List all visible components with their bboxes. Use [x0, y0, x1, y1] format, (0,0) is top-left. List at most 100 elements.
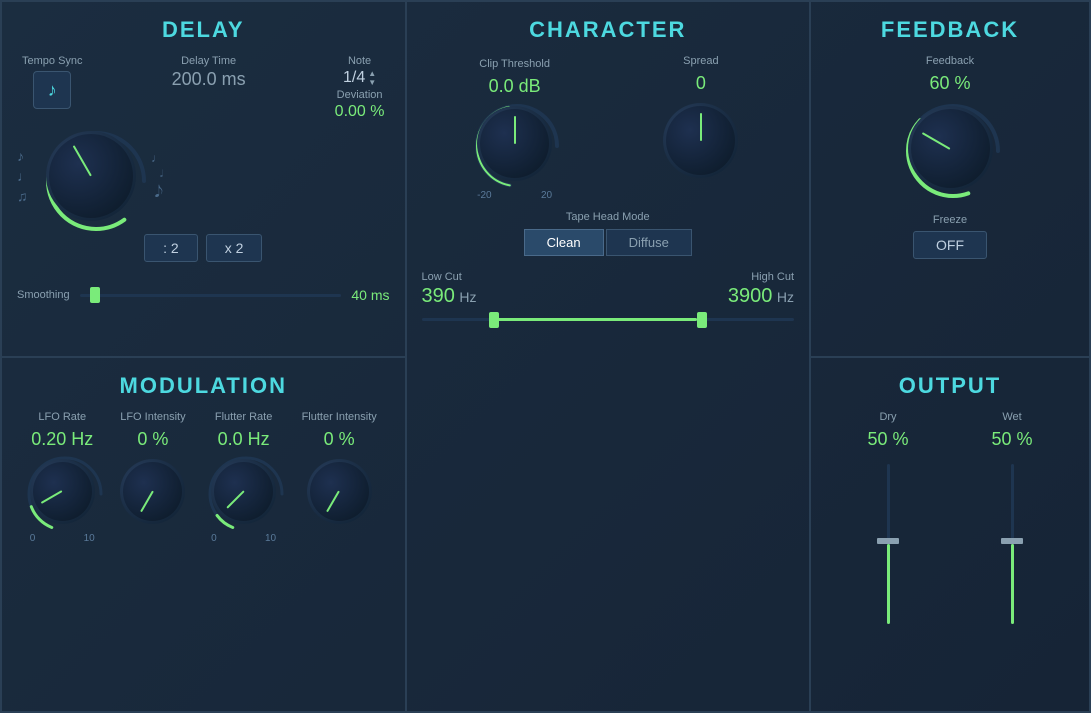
spread-knob[interactable]: [663, 103, 738, 178]
flutter-rate-value: 0.0 Hz: [218, 429, 270, 450]
wet-fader-track[interactable]: [1011, 464, 1014, 624]
smoothing-thumb[interactable]: [90, 287, 100, 303]
delay-time-value: 200.0 ms: [172, 69, 246, 90]
wet-fader-group: Wet 50 %: [991, 411, 1032, 624]
high-cut-value: 3900: [728, 285, 773, 307]
clip-threshold-group: Clip Threshold 0.0 dB -20 20: [477, 58, 552, 201]
high-cut-group: High Cut 3900 Hz: [728, 271, 794, 308]
flutter-rate-knob[interactable]: [211, 459, 276, 524]
spread-value: 0: [696, 73, 706, 94]
wet-value: 50 %: [991, 429, 1032, 450]
dry-label: Dry: [879, 411, 896, 423]
feedback-value: 60 %: [929, 73, 970, 94]
app-container: DELAY Tempo Sync ♪ Delay Time 200.0 ms N…: [0, 0, 1091, 713]
flutter-intensity-value: 0 %: [324, 429, 355, 450]
filter-thumb-right[interactable]: [697, 312, 707, 328]
deviation-value: 0.00 %: [335, 103, 385, 121]
spread-label: Spread: [683, 55, 718, 67]
smoothing-slider[interactable]: [80, 294, 342, 297]
filter-thumb-left[interactable]: [489, 312, 499, 328]
output-faders: Dry 50 % Wet 50 %: [826, 411, 1074, 611]
music-notes-left: ♪ ♩ ♫: [17, 148, 31, 204]
flutter-intensity-knob[interactable]: [307, 459, 372, 524]
filter-slider-track[interactable]: [422, 318, 795, 321]
dry-fader-fill: [887, 544, 890, 624]
dry-fader-thumb[interactable]: [877, 538, 899, 544]
wet-fader-fill: [1011, 544, 1014, 624]
tape-diffuse-button[interactable]: Diffuse: [606, 229, 692, 256]
freeze-label: Freeze: [933, 214, 967, 226]
char-knob-row: Clip Threshold 0.0 dB -20 20 S: [422, 55, 795, 201]
feedback-panel: FEEDBACK Feedback 60 % Freeze OFF: [810, 1, 1090, 357]
low-cut-unit: Hz: [459, 289, 476, 305]
delay-panel: DELAY Tempo Sync ♪ Delay Time 200.0 ms N…: [1, 1, 406, 357]
output-panel: OUTPUT Dry 50 % Wet 50 %: [810, 357, 1090, 713]
lfo-rate-group: LFO Rate 0.20 Hz 0 10: [30, 411, 95, 547]
modulation-title: MODULATION: [17, 373, 390, 399]
clip-threshold-label: Clip Threshold: [479, 58, 550, 70]
flutter-rate-group: Flutter Rate 0.0 Hz 0 10: [211, 411, 276, 547]
modulation-panel: MODULATION LFO Rate 0.20 Hz 0 10: [1, 357, 406, 713]
high-cut-label: High Cut: [751, 271, 794, 283]
note-value: 1/4 ▲▼: [343, 69, 376, 87]
lfo-intensity-group: LFO Intensity 0 %: [120, 411, 185, 547]
delay-knob[interactable]: [46, 131, 136, 221]
character-title: CHARACTER: [422, 17, 795, 43]
low-cut-group: Low Cut 390 Hz: [422, 271, 477, 308]
lfo-intensity-knob[interactable]: [120, 459, 185, 524]
divide-button[interactable]: : 2: [144, 234, 198, 262]
freeze-section: Freeze OFF: [826, 214, 1074, 259]
lfo-rate-label: LFO Rate: [38, 411, 86, 423]
music-note-icon: ♪: [48, 80, 57, 101]
multiply-button[interactable]: x 2: [206, 234, 263, 262]
filter-row: Low Cut 390 Hz High Cut 3900 Hz: [422, 271, 795, 308]
delay-title: DELAY: [17, 17, 390, 43]
tape-head-buttons: Clean Diffuse: [524, 229, 692, 256]
delay-top-params: Tempo Sync ♪ Delay Time 200.0 ms Note 1/…: [17, 55, 390, 121]
spread-group: Spread 0: [663, 55, 738, 201]
smoothing-label: Smoothing: [17, 289, 70, 301]
spread-knob-indicator: [700, 113, 702, 141]
note-arrows[interactable]: ▲▼: [368, 69, 376, 87]
wet-label: Wet: [1002, 411, 1021, 423]
music-notes-right: ♩ 𝅗𝅥 𝅘𝅥𝅮: [151, 151, 163, 202]
delay-time-section: Delay Time 200.0 ms: [172, 55, 246, 90]
large-knob-container: [46, 131, 136, 221]
feedback-knob[interactable]: [908, 106, 993, 191]
clip-knob-indicator: [514, 116, 516, 144]
flutter-rate-label: Flutter Rate: [215, 411, 272, 423]
flutter-int-indicator: [326, 491, 340, 513]
lfo-rate-knob[interactable]: [30, 459, 95, 524]
mod-knobs: LFO Rate 0.20 Hz 0 10 LFO Inte: [17, 411, 390, 547]
freeze-button[interactable]: OFF: [913, 231, 987, 259]
character-panel: CHARACTER Clip Threshold 0.0 dB -20 20: [406, 1, 811, 712]
lfo-rate-value: 0.20 Hz: [31, 429, 93, 450]
lfo-intensity-label: LFO Intensity: [120, 411, 185, 423]
feedback-label: Feedback: [926, 55, 974, 67]
dry-fader-track-container: [887, 464, 890, 624]
tape-head-label: Tape Head Mode: [566, 211, 650, 223]
delay-knob-indicator: [73, 145, 92, 176]
tape-clean-button[interactable]: Clean: [524, 229, 604, 256]
dry-fader-group: Dry 50 %: [867, 411, 908, 624]
dry-fader-track[interactable]: [887, 464, 890, 624]
tempo-sync-label: Tempo Sync: [22, 55, 83, 67]
delay-knob-area: ♪ ♩ ♫ ♩ 𝅗𝅥 𝅘𝅥𝅮: [17, 126, 390, 226]
high-cut-unit: Hz: [777, 289, 794, 305]
delay-time-label: Delay Time: [181, 55, 236, 67]
delay-buttons: : 2 x 2: [17, 234, 390, 262]
low-cut-value: 390: [422, 285, 455, 307]
clip-threshold-value: 0.0 dB: [489, 76, 541, 97]
tempo-sync-button[interactable]: ♪: [33, 71, 71, 109]
feedback-title: FEEDBACK: [826, 17, 1074, 43]
flutter-intensity-label: Flutter Intensity: [302, 411, 377, 423]
wet-fader-thumb[interactable]: [1001, 538, 1023, 544]
low-cut-label: Low Cut: [422, 271, 477, 283]
feedback-knob-group: Feedback 60 %: [826, 55, 1074, 199]
note-label: Note: [348, 55, 371, 67]
lfo-int-indicator: [140, 491, 154, 513]
dry-value: 50 %: [867, 429, 908, 450]
output-title: OUTPUT: [826, 373, 1074, 399]
clip-threshold-knob[interactable]: [477, 106, 552, 181]
filter-section: Low Cut 390 Hz High Cut 3900 Hz: [422, 271, 795, 338]
